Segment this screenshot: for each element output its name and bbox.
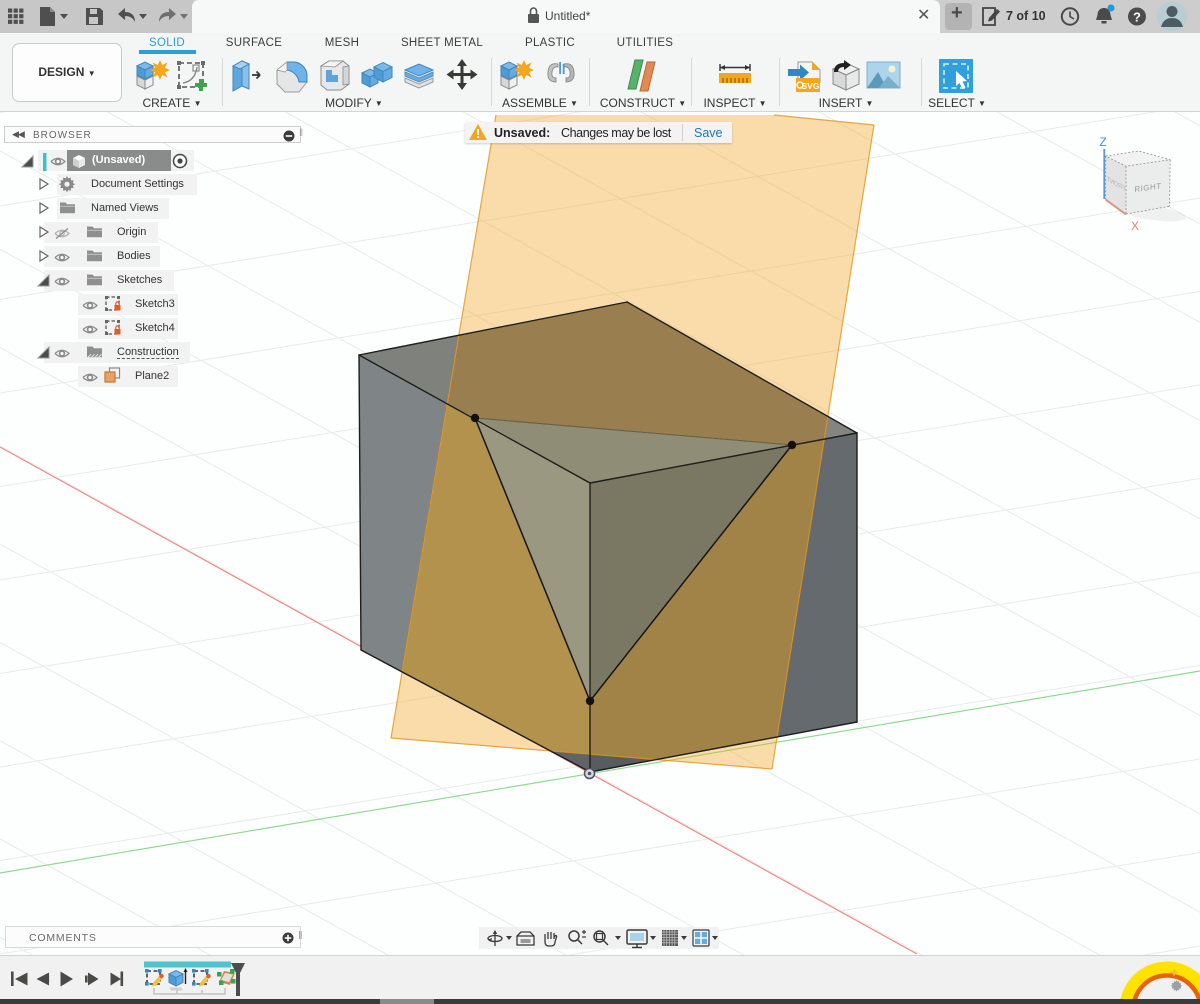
svg-text:X: X <box>1131 219 1139 233</box>
svg-text:Z: Z <box>1099 135 1106 149</box>
svg-text:?: ? <box>1133 10 1141 25</box>
svg-text:SVG: SVG <box>802 81 820 91</box>
